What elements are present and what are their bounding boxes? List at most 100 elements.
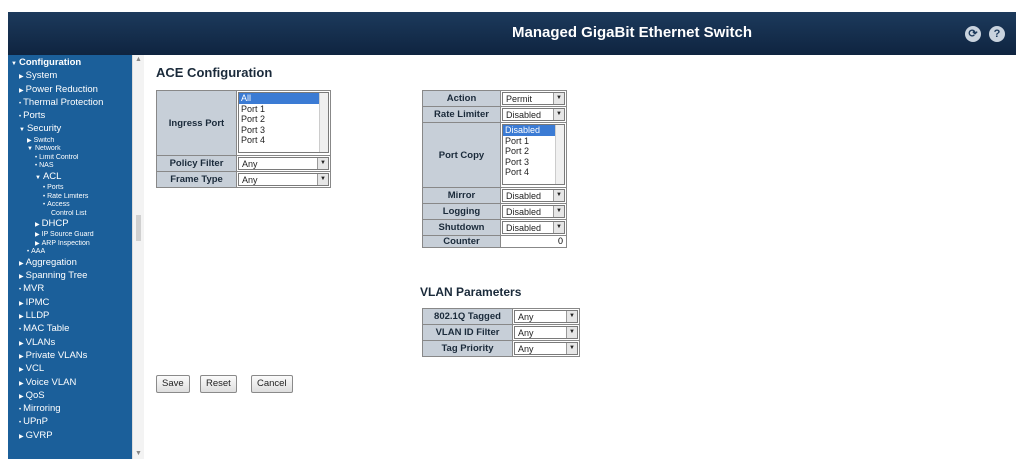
sidebar-item[interactable]: • MAC Table (8, 323, 132, 336)
sidebar-item[interactable]: ▶ DHCP (8, 218, 132, 231)
chevron-down-icon[interactable]: ▼ (317, 174, 328, 185)
rate-limiter-select[interactable]: Disabled ▼ (502, 108, 565, 121)
expanded-arrow-icon: ▼ (35, 174, 41, 181)
action-select[interactable]: Permit ▼ (502, 92, 565, 105)
scroll-thumb[interactable] (136, 215, 141, 241)
sidebar-item[interactable]: ▶ Voice VLAN (8, 377, 132, 390)
expanded-arrow-icon: ▼ (19, 127, 25, 134)
sidebar-item[interactable]: ▶ IPMC (8, 297, 132, 310)
app-title: Managed GigaBit Ethernet Switch (511, 24, 753, 41)
collapsed-arrow-icon: ▶ (19, 87, 24, 94)
cancel-button[interactable]: Cancel (251, 375, 293, 393)
bullet-icon: • (35, 163, 38, 170)
chevron-down-icon[interactable]: ▼ (553, 190, 564, 201)
sidebar-item[interactable]: ▶ Aggregation (8, 257, 132, 270)
sidebar-item[interactable]: • AAA (8, 248, 132, 257)
collapsed-arrow-icon: ▶ (19, 393, 24, 400)
sidebar-item-label: Mirroring (23, 403, 61, 415)
help-icon[interactable]: ? (989, 26, 1005, 42)
bullet-icon: • (27, 249, 30, 256)
shutdown-select[interactable]: Disabled ▼ (502, 221, 565, 234)
chevron-down-icon[interactable]: ▼ (553, 206, 564, 217)
sidebar-item[interactable]: ▶ VCL (8, 363, 132, 376)
sidebar-item-label: LLDP (25, 310, 50, 322)
ingress-port-listbox[interactable]: All Port 1 Port 2 Port 3 Port 4 (238, 92, 329, 153)
sidebar-item[interactable]: • Ports (8, 110, 132, 123)
chevron-down-icon[interactable]: ▼ (566, 343, 577, 354)
sidebar-item[interactable]: ▶ Spanning Tree (8, 270, 132, 283)
reset-button[interactable]: Reset (200, 375, 237, 393)
sidebar-item[interactable]: • MVR (8, 283, 132, 296)
rate-limiter-value: Disabled (506, 110, 542, 120)
sidebar-item[interactable]: ▼ ACL (8, 171, 132, 184)
chevron-down-icon[interactable]: ▼ (566, 311, 577, 322)
sidebar-item[interactable]: ▼ Network (8, 145, 132, 154)
shutdown-label: Shutdown (422, 219, 501, 236)
sidebar-item[interactable]: ▶ VLANs (8, 337, 132, 350)
mirror-select[interactable]: Disabled ▼ (502, 189, 565, 202)
list-option[interactable]: All (239, 93, 328, 104)
sidebar-item-label: Ports (23, 110, 46, 122)
listbox-scrollbar[interactable] (319, 93, 328, 152)
sidebar-item[interactable]: • Mirroring (8, 403, 132, 416)
list-option[interactable]: Port 3 (239, 125, 328, 136)
list-option[interactable]: Port 1 (239, 104, 328, 115)
port-copy-listbox[interactable]: Disabled Port 1 Port 2 Port 3 Port 4 (502, 124, 565, 185)
sidebar-scrollbar[interactable]: ▲ ▼ (132, 55, 144, 459)
sidebar-item[interactable]: ▼ Configuration (8, 57, 132, 70)
sidebar-item[interactable]: Control List (8, 210, 132, 219)
sidebar-item[interactable]: ▶ LLDP (8, 310, 132, 323)
list-option[interactable]: Port 2 (239, 114, 328, 125)
sidebar-item[interactable]: • Limit Control (8, 154, 132, 163)
sidebar-item[interactable]: ▶ Switch (8, 137, 132, 146)
scroll-up-icon[interactable]: ▲ (135, 56, 142, 63)
bullet-icon: • (43, 193, 46, 200)
sidebar-item[interactable]: • Thermal Protection (8, 97, 132, 110)
vlan-table: 802.1Q Tagged Any ▼ VLAN ID Filter Any ▼ T… (422, 308, 580, 357)
mirror-value: Disabled (506, 191, 542, 201)
sidebar-item-label: Aggregation (25, 256, 77, 268)
sidebar-item[interactable]: • Rate Limiters (8, 193, 132, 202)
chevron-down-icon[interactable]: ▼ (317, 158, 328, 169)
sidebar-item-label: DHCP (41, 218, 69, 230)
bullet-icon: • (43, 202, 46, 209)
sidebar-item[interactable]: ▶ GVRP (8, 430, 132, 443)
chevron-down-icon[interactable]: ▼ (566, 327, 577, 338)
sidebar-item[interactable]: ▶ Private VLANs (8, 350, 132, 363)
tagged-select[interactable]: Any ▼ (514, 310, 578, 323)
shutdown-value: Disabled (506, 223, 542, 233)
refresh-icon[interactable]: ⟳ (965, 26, 981, 42)
expanded-arrow-icon: ▼ (11, 61, 17, 67)
chevron-down-icon[interactable]: ▼ (553, 109, 564, 120)
tag-priority-select[interactable]: Any ▼ (514, 342, 578, 355)
sidebar-item[interactable]: • Access (8, 201, 132, 210)
sidebar-item[interactable]: ▶ Power Reduction (8, 84, 132, 97)
policy-filter-select[interactable]: Any ▼ (238, 157, 329, 170)
frame-type-select[interactable]: Any ▼ (238, 173, 329, 186)
bullet-icon: • (19, 327, 22, 334)
chevron-down-icon[interactable]: ▼ (553, 222, 564, 233)
sidebar-item[interactable]: ▶ IP Source Guard (8, 231, 132, 240)
sidebar-item[interactable]: • UPnP (8, 416, 132, 429)
sidebar-item[interactable]: • NAS (8, 162, 132, 171)
sidebar-item[interactable]: ▶ System (8, 70, 132, 83)
sidebar-item-label: UPnP (23, 416, 48, 428)
chevron-down-icon[interactable]: ▼ (553, 93, 564, 104)
action-value: Permit (506, 94, 533, 104)
vid-filter-value: Any (518, 328, 534, 338)
sidebar-item-label: Network (34, 145, 61, 153)
tagged-label: 802.1Q Tagged (422, 308, 513, 325)
sidebar-item[interactable]: ▶ QoS (8, 390, 132, 403)
sidebar-item[interactable]: ▶ ARP Inspection (8, 240, 132, 249)
scroll-down-icon[interactable]: ▼ (135, 450, 142, 457)
listbox-scrollbar[interactable] (555, 125, 564, 184)
sidebar-item-label: Power Reduction (25, 83, 98, 95)
sidebar-item[interactable]: • Ports (8, 184, 132, 193)
logging-select[interactable]: Disabled ▼ (502, 205, 565, 218)
save-button[interactable]: Save (156, 375, 190, 393)
ingress-table: Ingress Port All Port 1 Port 2 Port 3 Po… (156, 90, 331, 188)
list-option[interactable]: Port 4 (239, 135, 328, 146)
sidebar-item[interactable]: ▼ Security (8, 123, 132, 136)
vid-filter-select[interactable]: Any ▼ (514, 326, 578, 339)
collapsed-arrow-icon: ▶ (19, 300, 24, 307)
